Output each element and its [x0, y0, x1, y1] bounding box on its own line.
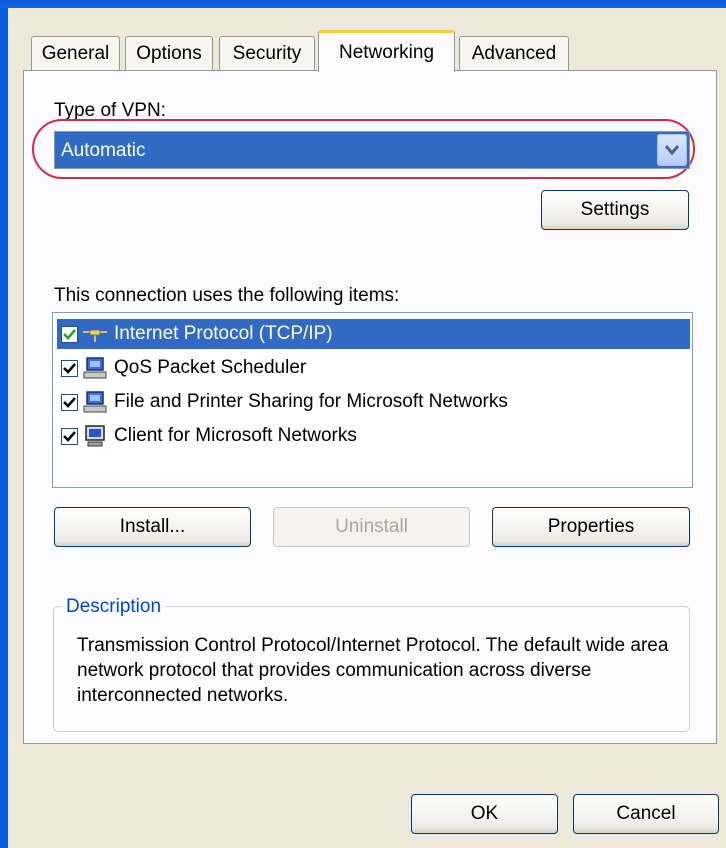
network-protocol-icon [83, 329, 107, 342]
ok-button[interactable]: OK [411, 794, 558, 834]
tcpip-checkbox[interactable] [61, 325, 78, 343]
computer-client-icon [85, 425, 105, 447]
chevron-down-icon[interactable] [657, 134, 687, 166]
list-item-label: Internet Protocol (TCP/IP) [114, 323, 333, 344]
vpn-type-value: Automatic [61, 140, 146, 161]
description-text: Transmission Control Protocol/Internet P… [77, 635, 669, 706]
list-item-qos[interactable]: QoS Packet Scheduler [57, 353, 690, 383]
properties-button[interactable]: Properties [492, 507, 690, 547]
settings-button[interactable]: Settings [541, 190, 689, 230]
list-item-label: QoS Packet Scheduler [114, 357, 307, 378]
client-checkbox[interactable] [61, 427, 78, 445]
description-legend: Description [62, 596, 166, 618]
items-list[interactable]: Internet Protocol (TCP/IP) QoS Packet Sc… [52, 312, 693, 488]
computer-service-icon [83, 391, 107, 413]
uninstall-button[interactable]: Uninstall [273, 507, 470, 547]
list-item-file-printer-sharing[interactable]: File and Printer Sharing for Microsoft N… [57, 387, 690, 417]
file-printer-checkbox[interactable] [61, 393, 78, 411]
list-item-label: Client for Microsoft Networks [114, 425, 357, 446]
list-item-client[interactable]: Client for Microsoft Networks [57, 421, 690, 451]
list-item-tcpip[interactable]: Internet Protocol (TCP/IP) [57, 319, 690, 349]
tab-networking[interactable]: Networking [318, 30, 455, 72]
vpn-type-select[interactable]: Automatic [54, 131, 690, 169]
tab-security[interactable]: Security [219, 36, 315, 70]
computer-service-icon [83, 357, 107, 379]
tab-advanced[interactable]: Advanced [459, 36, 569, 70]
list-item-label: File and Printer Sharing for Microsoft N… [114, 391, 508, 412]
tab-general[interactable]: General [31, 36, 120, 70]
cancel-button[interactable]: Cancel [573, 794, 719, 834]
tab-options[interactable]: Options [125, 36, 213, 70]
install-button[interactable]: Install... [54, 507, 251, 547]
items-label: This connection uses the following items… [54, 285, 400, 306]
qos-checkbox[interactable] [61, 359, 78, 377]
